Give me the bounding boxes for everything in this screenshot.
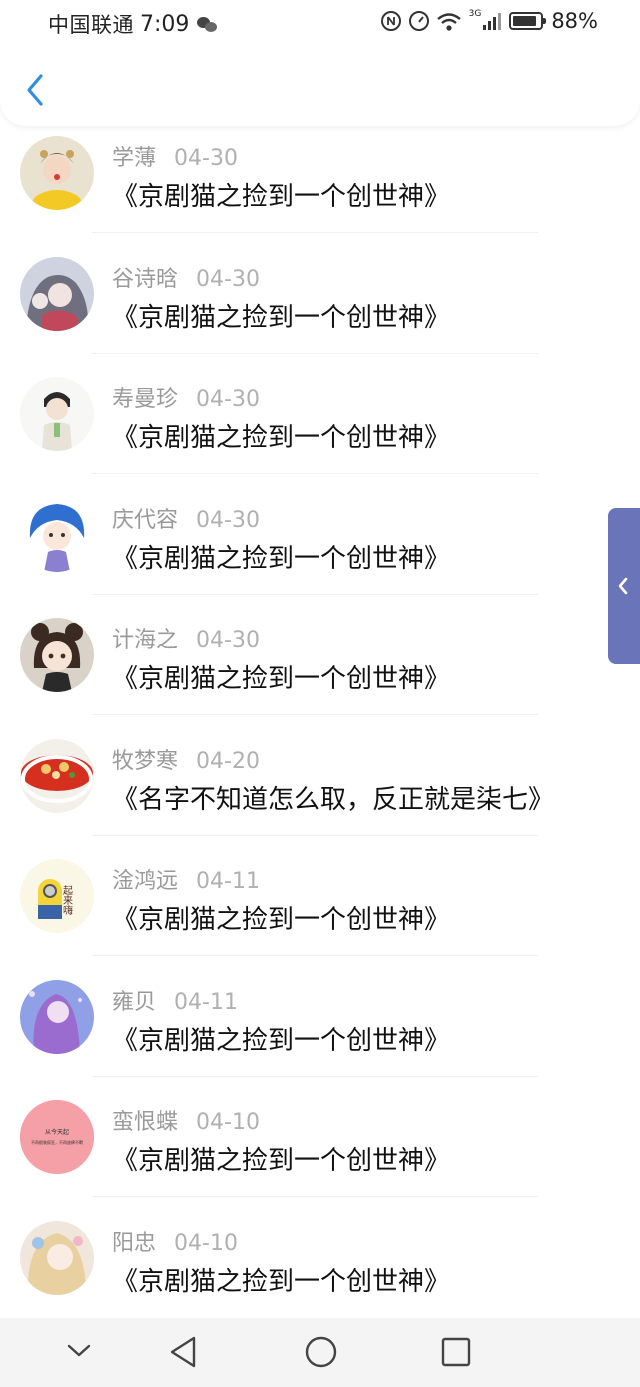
avatar	[20, 979, 94, 1054]
side-drawer-tab[interactable]	[608, 508, 640, 664]
book-title: 《京剧猫之捡到一个创世神》	[112, 423, 451, 453]
comment-date: 04-11	[174, 989, 238, 1015]
status-bar: 中国联通 7:09 3G 88%	[0, 0, 640, 46]
divider	[92, 593, 538, 595]
commenter-name: 学薄	[112, 146, 157, 171]
list-item[interactable]: 阳忠 04-10 《京剧猫之捡到一个创世神》	[0, 1211, 640, 1332]
avatar	[20, 136, 94, 210]
nav-recents-button[interactable]	[440, 1334, 472, 1374]
battery-icon	[509, 12, 547, 30]
list-item[interactable]: 起来嗨 淦鸿远 04-11 《京剧猫之捡到一个创世神》	[0, 849, 640, 970]
list-item[interactable]: 计海之 04-30 《京剧猫之捡到一个创世神》	[0, 608, 640, 729]
comment-date: 04-10	[174, 1230, 238, 1256]
divider	[92, 714, 538, 715]
back-button[interactable]	[22, 72, 52, 108]
chevron-left-icon	[27, 74, 43, 106]
commenter-name: 淦鸿远	[112, 869, 179, 894]
list-item[interactable]: 庆代容 04-30 《京剧猫之捡到一个创世神》	[0, 488, 640, 609]
book-title: 《名字不知道怎么取，反正就是柒七》	[112, 784, 555, 815]
triangle-back-icon	[170, 1336, 196, 1368]
nav-home-button[interactable]	[304, 1334, 338, 1374]
avatar-caption: 不再假装疯狂，不再放肆不羁	[31, 1139, 83, 1145]
system-nav-bar	[0, 1318, 640, 1387]
divider	[92, 1196, 538, 1197]
avatar: 从今天起 不再假装疯狂，不再放肆不羁	[20, 1100, 94, 1174]
nfc-icon	[380, 11, 401, 31]
avatar-caption: 从今天起	[45, 1128, 69, 1136]
divider	[92, 352, 538, 354]
avatar	[20, 1220, 94, 1295]
nav-back-button[interactable]	[168, 1334, 198, 1374]
commenter-name: 蛮恨蝶	[112, 1110, 179, 1135]
nav-collapse-button[interactable]	[64, 1340, 94, 1364]
divider	[92, 473, 538, 474]
network-type-label: 3G	[468, 9, 482, 19]
book-title: 《京剧猫之捡到一个创世神》	[112, 664, 451, 694]
wifi-icon	[436, 12, 461, 31]
avatar	[20, 377, 94, 451]
divider	[92, 955, 538, 956]
book-title: 《京剧猫之捡到一个创世神》	[112, 543, 451, 574]
carrier-label: 中国联通	[48, 13, 134, 37]
commenter-name: 计海之	[112, 628, 179, 653]
speed-icon	[408, 11, 429, 31]
battery-percent: 88%	[551, 9, 598, 33]
wechat-notification-icon	[197, 15, 218, 33]
list-item[interactable]: 雍贝 04-11 《京剧猫之捡到一个创世神》	[0, 970, 640, 1091]
comment-date: 04-30	[196, 628, 260, 653]
list-item[interactable]: 谷诗晗 04-30 《京剧猫之捡到一个创世神》	[0, 247, 640, 368]
commenter-name: 阳忠	[112, 1230, 157, 1256]
divider	[92, 1075, 538, 1077]
commenter-name: 牧梦寒	[112, 748, 179, 774]
list-item[interactable]: 寿曼珍 04-30 《京剧猫之捡到一个创世神》	[0, 367, 640, 488]
avatar-caption: 起来嗨	[61, 885, 73, 916]
circle-home-icon	[305, 1336, 337, 1368]
clock: 7:09	[140, 11, 190, 37]
book-title: 《京剧猫之捡到一个创世神》	[112, 302, 451, 333]
commenter-name: 谷诗晗	[112, 266, 179, 292]
book-title: 《京剧猫之捡到一个创世神》	[112, 1146, 451, 1176]
avatar	[20, 738, 94, 813]
list-item[interactable]: 学薄 04-30 《京剧猫之捡到一个创世神》	[0, 126, 640, 247]
header-card: 中国联通 7:09 3G 88%	[0, 0, 640, 126]
avatar	[20, 256, 94, 331]
square-recents-icon	[441, 1337, 471, 1367]
comment-date: 04-20	[196, 748, 260, 774]
comment-date: 04-11	[196, 869, 260, 894]
book-title: 《京剧猫之捡到一个创世神》	[112, 182, 451, 212]
comment-date: 04-10	[196, 1110, 260, 1135]
commenter-name: 庆代容	[112, 507, 179, 533]
comment-list: 学薄 04-30 《京剧猫之捡到一个创世神》 谷诗晗 04-30 《京剧猫之捡到一个…	[0, 126, 640, 1331]
comment-list-screen: 中国联通 7:09 3G 88% 学薄 04-30 《京剧猫之捡到一个创世神》 …	[0, 0, 640, 1387]
avatar: 起来嗨	[20, 859, 94, 933]
comment-date: 04-30	[196, 266, 260, 292]
signal-icon	[483, 12, 502, 30]
comment-date: 04-30	[174, 146, 238, 171]
list-item[interactable]: 牧梦寒 04-20 《名字不知道怎么取，反正就是柒七》	[0, 729, 640, 850]
avatar	[20, 497, 94, 572]
book-title: 《京剧猫之捡到一个创世神》	[112, 1025, 451, 1056]
avatar	[20, 618, 94, 692]
divider	[92, 232, 538, 233]
book-title: 《京剧猫之捡到一个创世神》	[112, 1266, 451, 1297]
list-item[interactable]: 从今天起 不再假装疯狂，不再放肆不羁 蛮恨蝶 04-10 《京剧猫之捡到一个创世神…	[0, 1090, 640, 1211]
comment-date: 04-30	[196, 387, 260, 412]
chevron-left-icon	[618, 577, 628, 595]
comment-date: 04-30	[196, 507, 260, 533]
divider	[92, 834, 538, 836]
chevron-down-icon	[67, 1344, 91, 1357]
commenter-name: 寿曼珍	[112, 387, 179, 412]
commenter-name: 雍贝	[112, 989, 157, 1015]
book-title: 《京剧猫之捡到一个创世神》	[112, 905, 451, 935]
